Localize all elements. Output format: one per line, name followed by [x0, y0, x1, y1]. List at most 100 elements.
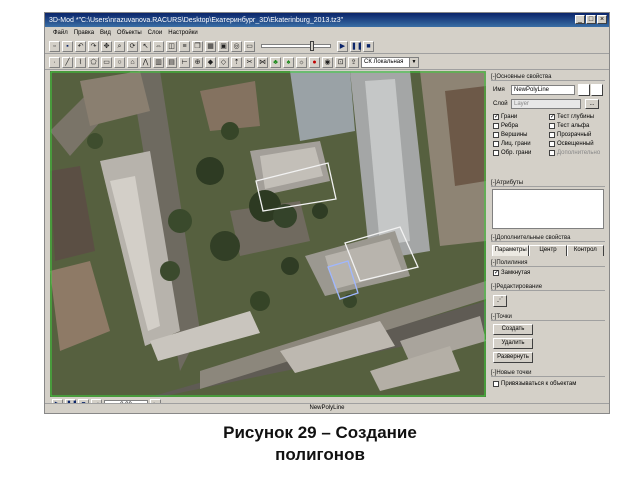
- layer-browse-button[interactable]: ...: [585, 99, 599, 109]
- checkbox-alpha-test[interactable]: Тест альфа: [549, 123, 589, 129]
- copy-icon[interactable]: ❐: [192, 40, 203, 52]
- checkbox-vertices[interactable]: Вершины: [493, 132, 527, 138]
- roof-tool-icon[interactable]: ⋀: [140, 56, 151, 68]
- edge-tool-icon[interactable]: ◇: [218, 56, 229, 68]
- shrub-tool-icon[interactable]: ♠: [283, 56, 294, 68]
- extra-properties-title[interactable]: [-]Дополнительные свойства: [491, 234, 605, 242]
- checkbox-front-faces-box[interactable]: [493, 141, 499, 147]
- time-slider[interactable]: [261, 41, 331, 51]
- window-icon[interactable]: ▭: [244, 40, 255, 52]
- target-icon[interactable]: ◎: [231, 40, 242, 52]
- checkbox-back-faces-box[interactable]: [493, 150, 499, 156]
- light-tool-icon[interactable]: ☼: [296, 56, 307, 68]
- texture-tool-icon[interactable]: ▤: [166, 56, 177, 68]
- rectangle-tool-icon[interactable]: ▭: [101, 56, 112, 68]
- checkbox-faces[interactable]: ✓ Грани: [493, 114, 517, 120]
- checkbox-edges[interactable]: Ребра: [493, 123, 518, 129]
- menu-edit[interactable]: Правка: [74, 30, 94, 36]
- menu-objects[interactable]: Объекты: [117, 30, 142, 36]
- edit-vertices-icon[interactable]: ⋰: [493, 295, 507, 307]
- layer-input[interactable]: Layer: [511, 99, 581, 109]
- editing-title[interactable]: [-]Редактирование: [491, 283, 605, 291]
- menu-settings[interactable]: Настройки: [168, 30, 197, 36]
- attributes-title[interactable]: [-]Атрибуты: [491, 179, 605, 187]
- checkbox-closed-box[interactable]: ✓: [493, 270, 499, 276]
- move-icon[interactable]: ⇔: [153, 40, 164, 52]
- frame-icon[interactable]: ▣: [218, 40, 229, 52]
- checkbox-edges-box[interactable]: [493, 123, 499, 129]
- layers-icon[interactable]: ≡: [179, 40, 190, 52]
- checkbox-snap-objects[interactable]: Привязываться к объектам: [493, 381, 576, 387]
- checkbox-vertices-box[interactable]: [493, 132, 499, 138]
- tab-parameters[interactable]: Параметры: [492, 245, 530, 256]
- checkbox-lit-box[interactable]: [549, 141, 555, 147]
- points-title[interactable]: [-]Точки: [491, 313, 605, 321]
- circle-tool-icon[interactable]: ○: [114, 56, 125, 68]
- extrude-tool-icon[interactable]: ⇡: [231, 56, 242, 68]
- maximize-button[interactable]: □: [586, 15, 596, 24]
- export-tool-icon[interactable]: ⇪: [348, 56, 359, 68]
- polyline-title[interactable]: [-]Полилиния: [491, 259, 605, 267]
- color-swatch-secondary[interactable]: [591, 84, 603, 96]
- save-icon[interactable]: ▪: [62, 40, 73, 52]
- vertex-tool-icon[interactable]: ◆: [205, 56, 216, 68]
- split-tool-icon[interactable]: ✂: [244, 56, 255, 68]
- measure-tool-icon[interactable]: ⊢: [179, 56, 190, 68]
- camera-tool-icon[interactable]: ◉: [322, 56, 333, 68]
- checkbox-additional-box[interactable]: [549, 150, 555, 156]
- pause-icon[interactable]: ❚❚: [350, 40, 363, 52]
- name-input[interactable]: NewPolyLine: [511, 85, 575, 95]
- rotate-icon[interactable]: ⟳: [127, 40, 138, 52]
- wall-tool-icon[interactable]: ▥: [153, 56, 164, 68]
- checkbox-lit[interactable]: Освещенный: [549, 141, 594, 147]
- new-points-title[interactable]: [-]Новые точки: [491, 369, 605, 377]
- checkbox-snap-objects-box[interactable]: [493, 381, 499, 387]
- line-tool-icon[interactable]: ╱: [62, 56, 73, 68]
- polygon-tool-icon[interactable]: ⬠: [88, 56, 99, 68]
- checkbox-transparent[interactable]: Прозрачный: [549, 132, 591, 138]
- close-button[interactable]: ×: [597, 15, 607, 24]
- cube-icon[interactable]: ◫: [166, 40, 177, 52]
- new-file-icon[interactable]: ▫: [49, 40, 60, 52]
- menu-file[interactable]: Файл: [53, 30, 68, 36]
- checkbox-alpha-test-box[interactable]: [549, 123, 555, 129]
- checkbox-back-faces[interactable]: Обр. грани: [493, 150, 531, 156]
- checkbox-additional[interactable]: Дополнительно: [549, 150, 600, 156]
- building-tool-icon[interactable]: ⌂: [127, 56, 138, 68]
- stop-icon[interactable]: ■: [363, 40, 374, 52]
- basic-properties-title[interactable]: [-]Основные свойства: [491, 73, 605, 81]
- point-tool-icon[interactable]: ·: [49, 56, 60, 68]
- checkbox-front-faces[interactable]: Лиц. грани: [493, 141, 531, 147]
- checkbox-faces-box[interactable]: ✓: [493, 114, 499, 120]
- reverse-button[interactable]: Развернуть: [493, 352, 533, 363]
- checkbox-closed[interactable]: ✓ Замкнутая: [493, 270, 530, 276]
- redo-icon[interactable]: ↷: [88, 40, 99, 52]
- map-viewport[interactable]: [50, 71, 486, 397]
- merge-tool-icon[interactable]: ⋈: [257, 56, 268, 68]
- polyline-tool-icon[interactable]: ⌇: [75, 56, 86, 68]
- color-swatch[interactable]: [578, 84, 590, 96]
- undo-icon[interactable]: ↶: [75, 40, 86, 52]
- grid-icon[interactable]: ▦: [205, 40, 216, 52]
- minimize-button[interactable]: _: [575, 15, 585, 24]
- coord-system-select[interactable]: СК Локальная ▼: [361, 56, 419, 68]
- delete-button[interactable]: Удалить: [493, 338, 533, 349]
- checkbox-transparent-box[interactable]: [549, 132, 555, 138]
- attributes-area[interactable]: [492, 189, 604, 229]
- play-icon[interactable]: ▶: [337, 40, 348, 52]
- menu-layers[interactable]: Слои: [148, 30, 163, 36]
- lock-tool-icon[interactable]: ⊡: [335, 56, 346, 68]
- pan-icon[interactable]: ✥: [101, 40, 112, 52]
- tree-tool-icon[interactable]: ♣: [270, 56, 281, 68]
- menu-view[interactable]: Вид: [100, 30, 111, 36]
- zoom-icon[interactable]: ⌕: [114, 40, 125, 52]
- record-icon[interactable]: ●: [309, 56, 320, 68]
- checkbox-depth-test-box[interactable]: ✓: [549, 114, 555, 120]
- snap-tool-icon[interactable]: ⊕: [192, 56, 203, 68]
- select-icon[interactable]: ↖: [140, 40, 151, 52]
- tab-center[interactable]: Центр: [529, 245, 567, 256]
- tab-control[interactable]: Контрол: [566, 245, 604, 256]
- checkbox-depth-test[interactable]: ✓ Тест глубины: [549, 114, 594, 120]
- create-button[interactable]: Создать: [493, 324, 533, 335]
- slider-thumb[interactable]: [310, 41, 314, 51]
